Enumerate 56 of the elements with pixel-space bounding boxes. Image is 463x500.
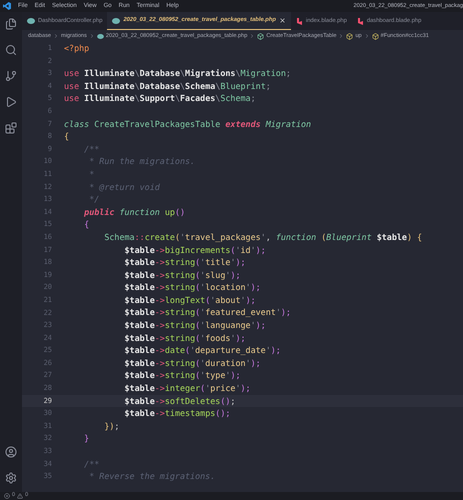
file-type-icon	[356, 18, 364, 24]
source-control-icon[interactable]	[5, 70, 17, 82]
file-type-icon	[96, 34, 104, 38]
code-line: use Illuminate\Database\Schema\Blueprint;	[64, 80, 271, 92]
code-line: use Illuminate\Support\Facades\Schema;	[64, 92, 256, 105]
chevron-icon	[88, 33, 95, 39]
code-line: {	[64, 130, 70, 143]
code-line: $table->softDeletes();	[124, 394, 236, 408]
code-line: $table->string('type');	[124, 369, 241, 382]
code-line: /**	[83, 142, 100, 156]
chevron-icon	[249, 33, 256, 39]
code-line: $table->string('slug');	[124, 268, 241, 282]
code-line: $table->string('title');	[124, 256, 246, 269]
code-line: <?php	[64, 42, 90, 55]
class-icon	[257, 32, 264, 40]
code-line: $table->string('location');	[124, 281, 261, 294]
search-icon[interactable]	[5, 44, 17, 56]
code-line: {	[83, 218, 90, 231]
code-line: }	[83, 432, 90, 446]
code-line: Schema::create('travel_packages', function (Blueprint $table) {	[103, 230, 422, 244]
code-line: $table->string('foods');	[124, 332, 246, 344]
settings-icon[interactable]	[5, 472, 17, 484]
code-line: $table->timestamps();	[124, 407, 230, 420]
code-line: * Run the migrations.	[88, 155, 196, 168]
code-line: $table->longText('about');	[124, 294, 256, 306]
file-type-icon	[27, 18, 35, 24]
warning-icon[interactable]	[17, 493, 24, 499]
code-line: use Illuminate\Database\Migrations\Migration;	[64, 67, 291, 80]
file-type-icon	[112, 18, 120, 24]
error-icon[interactable]	[4, 493, 10, 499]
account-icon[interactable]	[5, 446, 17, 458]
code-line: });	[103, 420, 120, 432]
method-icon	[372, 32, 379, 40]
code-line: $table->string('duration');	[124, 356, 261, 370]
file-type-icon	[296, 18, 303, 24]
chevron-icon	[364, 33, 370, 39]
code-line: * Reverse the migrations.	[88, 470, 216, 483]
code-line: $table->string('featured_event');	[124, 306, 291, 320]
close-icon[interactable]	[278, 17, 286, 24]
method-icon	[346, 32, 354, 40]
code-line: class CreateTravelPackagesTable extends Migration	[64, 118, 312, 130]
chevron-icon	[338, 33, 344, 39]
code-line: */	[88, 193, 100, 206]
run-debug-icon[interactable]	[5, 96, 17, 108]
extensions-icon[interactable]	[5, 122, 17, 134]
code-line: $table->integer('price');	[124, 382, 251, 395]
code-line: $table->string('languange');	[124, 319, 266, 332]
explorer-icon[interactable]	[5, 18, 17, 30]
app-logo-icon	[3, 2, 11, 10]
code-line: public function up()	[83, 206, 186, 218]
chevron-icon	[53, 33, 60, 39]
code-line: $table->date('departure_date');	[124, 344, 281, 357]
code-line: *	[88, 168, 94, 181]
code-line: * @return void	[88, 180, 160, 194]
code-line: /**	[83, 458, 100, 470]
code-line: $table->bigIncrements('id');	[124, 244, 266, 256]
